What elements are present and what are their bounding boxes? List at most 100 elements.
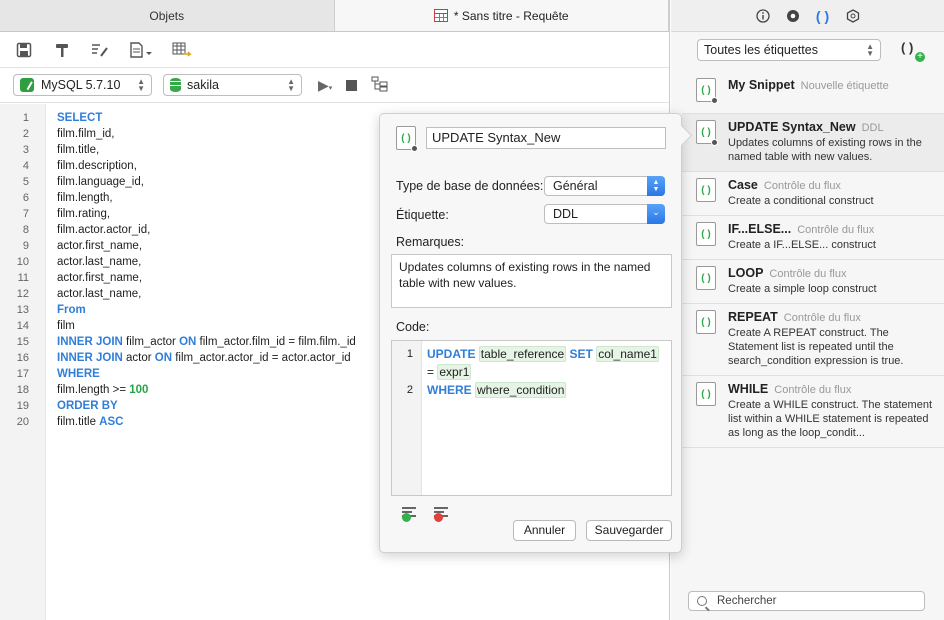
line-number: 18 — [16, 384, 29, 396]
add-placeholder-icon[interactable] — [402, 506, 420, 522]
code-line: actor.last_name, — [57, 256, 142, 268]
object-hexagon-icon[interactable] — [845, 8, 861, 24]
snippet-item[interactable]: ( ) WHILE Contrôle du flux Create a WHILE c… — [682, 376, 944, 448]
mysql-connection-icon — [20, 78, 34, 92]
snippet-code-line: UPDATE table_reference SET col_name1 — [427, 346, 659, 362]
snippet-file-icon: ( ) — [696, 120, 718, 146]
line-number: 6 — [22, 192, 29, 204]
select-arrows-icon: ▲ ▼ — [287, 77, 295, 93]
snippet-line-number: 2 — [406, 384, 413, 396]
code-line: film.title, — [57, 144, 100, 156]
line-number: 2 — [22, 128, 29, 140]
tab-query-label: * Sans titre - Requête — [453, 8, 569, 23]
query-toolbar — [0, 32, 669, 68]
line-number: 11 — [17, 272, 29, 284]
info-icon[interactable] — [755, 8, 771, 24]
tag-filter-select[interactable]: Toutes les étiquettes ▲ ▼ — [697, 38, 881, 61]
line-number: 5 — [22, 176, 29, 188]
connection-select[interactable]: MySQL 5.7.10 ▲ ▼ — [13, 74, 152, 96]
format-sql-icon[interactable] — [90, 40, 110, 60]
snippet-name: WHILE Contrôle du flux — [728, 382, 936, 396]
line-number: 10 — [16, 256, 29, 268]
snippet-tag: Contrôle du flux — [783, 312, 861, 324]
line-number: 19 — [16, 400, 29, 412]
snippet-description: Create a simple loop construct — [728, 283, 877, 295]
db-type-select[interactable]: Général ▲ ▼ — [544, 176, 665, 196]
snippet-item[interactable]: ( ) REPEAT Contrôle du flux Create A REPEAT… — [682, 304, 944, 376]
code-snippet-menu-icon[interactable] — [128, 40, 154, 60]
snippet-name: My Snippet Nouvelle étiquette — [728, 78, 936, 92]
snippet-file-icon: ( ) — [696, 310, 716, 334]
snippet-text: UPDATE Syntax_New DDL Updates columns of e… — [728, 120, 944, 164]
line-number: 1 — [22, 112, 29, 124]
code-line: ORDER BY — [57, 400, 118, 412]
snippet-edit-popover: ( ) UPDATE Syntax_New Type de base de do… — [379, 113, 682, 553]
tag-select[interactable]: DDL ⌄ — [544, 204, 665, 224]
explain-icon[interactable] — [371, 76, 389, 95]
snippet-title: WHILE — [728, 382, 769, 396]
line-number: 7 — [22, 208, 29, 220]
remarks-textarea[interactable]: Updates columns of existing rows in the … — [391, 254, 672, 308]
snippets-sidebar: ( ) Toutes les étiquettes ▲ ▼ ( ) + ( ) My… — [671, 0, 944, 620]
tab-objects[interactable]: Objets — [0, 0, 335, 31]
snippet-name-input[interactable]: UPDATE Syntax_New — [426, 127, 666, 149]
code-line: film.description, — [57, 160, 137, 172]
save-icon[interactable] — [14, 40, 34, 60]
snippet-description: Create A REPEAT construct. The Statement… — [728, 327, 904, 367]
stop-icon[interactable] — [346, 79, 358, 91]
snippet-item[interactable]: ( ) My Snippet Nouvelle étiquette — [682, 68, 944, 114]
snippet-search-field[interactable]: Rechercher — [688, 591, 925, 611]
snippet-title: REPEAT — [728, 310, 778, 324]
tab-objects-label: Objets — [149, 8, 185, 23]
preview-eye-icon[interactable] — [785, 8, 801, 24]
snippet-item[interactable]: ( ) UPDATE Syntax_New DDL Updates columns o… — [682, 114, 944, 172]
snippet-name: IF...ELSE... Contrôle du flux — [728, 222, 936, 236]
code-line: INNER JOIN actor ON film_actor.actor_id … — [57, 352, 351, 364]
tab-query[interactable]: * Sans titre - Requête — [334, 0, 669, 31]
code-snippet-tab-icon[interactable]: ( ) — [815, 8, 831, 24]
snippet-name: Case Contrôle du flux — [728, 178, 936, 192]
line-number: 14 — [16, 320, 29, 332]
line-number: 13 — [16, 304, 29, 316]
run-controls: ▶▾ — [318, 76, 389, 95]
snippet-file-icon: ( ) — [696, 178, 716, 202]
snippet-description: Create a conditional construct — [728, 195, 874, 207]
snippet-text: REPEAT Contrôle du flux Create A REPEAT co… — [728, 310, 944, 368]
sql-code[interactable]: SELECT film.film_id, film.title, film.de… — [46, 104, 356, 620]
snippet-item[interactable]: ( ) LOOP Contrôle du flux Create a simple l… — [682, 260, 944, 304]
database-value: sakila — [187, 78, 219, 92]
line-number: 16 — [16, 352, 29, 364]
snippet-tag: Contrôle du flux — [763, 180, 841, 192]
cancel-button[interactable]: Annuler — [513, 520, 576, 541]
connection-value: MySQL 5.7.10 — [41, 78, 121, 92]
line-number: 8 — [22, 224, 29, 236]
snippet-tag: Nouvelle étiquette — [800, 80, 889, 92]
database-icon — [170, 78, 181, 92]
snippet-code-gutter: 1 2 — [392, 341, 422, 495]
tag-value: DDL — [553, 207, 579, 221]
database-select[interactable]: sakila ▲ ▼ — [163, 74, 302, 96]
snippet-tag: Contrôle du flux — [774, 384, 852, 396]
snippet-description: Create a WHILE construct. The statement … — [728, 399, 932, 439]
snippet-item[interactable]: ( ) IF...ELSE... Contrôle du flux Create a … — [682, 216, 944, 260]
popover-header: ( ) UPDATE Syntax_New — [396, 126, 666, 152]
snippet-code-editor[interactable]: 1 2 UPDATE table_reference SET col_name1… — [391, 340, 672, 496]
remove-placeholder-icon[interactable] — [434, 506, 452, 522]
placeholder-ops — [402, 506, 452, 522]
export-result-icon[interactable] — [172, 40, 192, 60]
snippet-title: IF...ELSE... — [728, 222, 792, 236]
code-line: actor.first_name, — [57, 240, 143, 252]
snippet-title: LOOP — [728, 266, 764, 280]
save-button[interactable]: Sauvegarder — [586, 520, 672, 541]
db-type-value: Général — [553, 179, 598, 193]
add-snippet-button[interactable]: ( ) + — [901, 40, 925, 62]
run-icon[interactable]: ▶▾ — [318, 77, 332, 94]
code-label: Code: — [396, 320, 430, 334]
code-line: film.length >= 100 — [57, 384, 149, 396]
snippet-file-icon: ( ) — [696, 222, 716, 246]
tag-filter-value: Toutes les étiquettes — [704, 42, 818, 57]
line-number: 3 — [22, 144, 29, 156]
query-builder-hammer-icon[interactable] — [52, 40, 72, 60]
snippet-item[interactable]: ( ) Case Contrôle du flux Create a conditio… — [682, 172, 944, 216]
snippet-tag: DDL — [861, 122, 884, 134]
